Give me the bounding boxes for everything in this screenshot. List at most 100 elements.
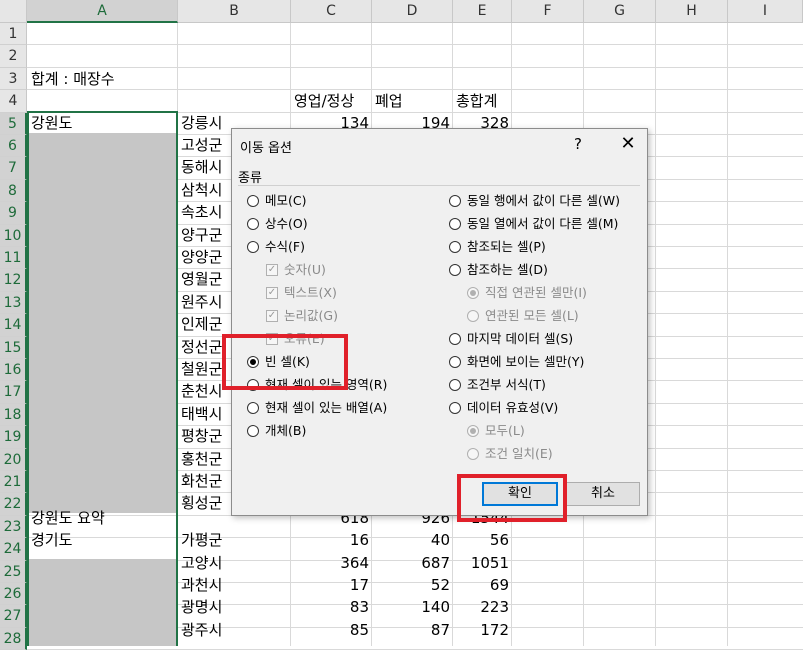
cell-b13[interactable]: 원주시: [181, 291, 222, 313]
cell-b26[interactable]: 과천시: [181, 574, 222, 596]
cell-b21[interactable]: 화천군: [181, 470, 222, 492]
cell-c25[interactable]: 364: [291, 552, 369, 574]
radio-icon[interactable]: [449, 402, 461, 414]
cell-e27[interactable]: 223: [453, 596, 509, 618]
cell-b14[interactable]: 인제군: [181, 313, 222, 335]
column-header-e[interactable]: E: [453, 0, 512, 23]
row-header-24[interactable]: 24: [0, 538, 27, 561]
radio-icon[interactable]: [247, 425, 259, 437]
cell-b8[interactable]: 삼척시: [181, 179, 222, 201]
row-header-3[interactable]: 3: [0, 67, 27, 91]
row-header-12[interactable]: 12: [0, 269, 27, 292]
row-header-8[interactable]: 8: [0, 179, 27, 203]
cell-a23[interactable]: 강원도 요약: [31, 507, 105, 529]
row-header-5[interactable]: 5: [0, 112, 27, 135]
row-header-22[interactable]: 22: [0, 493, 27, 516]
help-icon[interactable]: ?: [574, 135, 582, 153]
row-header-26[interactable]: 26: [0, 583, 27, 606]
cell-b11[interactable]: 양양군: [181, 246, 222, 268]
column-header-i[interactable]: I: [728, 0, 803, 23]
cell-b24[interactable]: 가평군: [181, 529, 222, 551]
radio-icon[interactable]: [247, 356, 259, 368]
radio-icon[interactable]: [467, 287, 479, 299]
cell-e25[interactable]: 1051: [453, 552, 509, 574]
cell-e24[interactable]: 56: [453, 529, 509, 551]
checkbox-icon[interactable]: ✓: [266, 310, 278, 322]
row-header-9[interactable]: 9: [0, 202, 27, 225]
cell-c24[interactable]: 16: [291, 529, 369, 551]
cell-b6[interactable]: 고성군: [181, 134, 222, 156]
column-header-a[interactable]: A: [27, 0, 178, 23]
radio-icon[interactable]: [449, 195, 461, 207]
row-header-11[interactable]: 11: [0, 247, 27, 270]
column-header-f[interactable]: F: [512, 0, 584, 23]
radio-icon[interactable]: [467, 310, 479, 322]
row-header-21[interactable]: 21: [0, 471, 27, 494]
cell-d27[interactable]: 140: [372, 596, 450, 618]
cell-b9[interactable]: 속초시: [181, 201, 222, 223]
radio-icon[interactable]: [449, 356, 461, 368]
column-header-c[interactable]: C: [291, 0, 372, 23]
row-header-1[interactable]: 1: [0, 23, 27, 46]
row-header-18[interactable]: 18: [0, 403, 27, 427]
radio-icon[interactable]: [247, 379, 259, 391]
column-header-h[interactable]: H: [656, 0, 728, 23]
radio-icon[interactable]: [467, 425, 479, 437]
cell-e4[interactable]: 총합계: [456, 90, 497, 112]
radio-icon[interactable]: [247, 218, 259, 230]
cell-b19[interactable]: 평창군: [181, 425, 222, 447]
radio-icon[interactable]: [247, 402, 259, 414]
row-header-7[interactable]: 7: [0, 157, 27, 180]
row-header-27[interactable]: 27: [0, 605, 27, 628]
row-header-6[interactable]: 6: [0, 135, 27, 158]
ok-button[interactable]: 확인: [482, 482, 558, 506]
cell-a24[interactable]: 경기도: [31, 529, 72, 551]
column-header-b[interactable]: B: [178, 0, 291, 23]
cell-b7[interactable]: 동해시: [181, 156, 222, 178]
column-header-g[interactable]: G: [584, 0, 656, 23]
radio-icon[interactable]: [247, 195, 259, 207]
radio-icon[interactable]: [247, 241, 259, 253]
cell-e26[interactable]: 69: [453, 574, 509, 596]
cell-b5[interactable]: 강릉시: [181, 112, 222, 134]
cell-b25[interactable]: 고양시: [181, 552, 222, 574]
cell-c28[interactable]: 85: [291, 619, 369, 641]
radio-icon[interactable]: [449, 241, 461, 253]
row-header-13[interactable]: 13: [0, 291, 27, 315]
cell-d28[interactable]: 87: [372, 619, 450, 641]
row-header-16[interactable]: 16: [0, 359, 27, 382]
row-header-14[interactable]: 14: [0, 314, 27, 337]
close-icon[interactable]: ✕: [618, 133, 638, 154]
cell-b10[interactable]: 양구군: [181, 224, 222, 246]
cell-c26[interactable]: 17: [291, 574, 369, 596]
cell-b22[interactable]: 횡성군: [181, 492, 222, 514]
row-header-10[interactable]: 10: [0, 224, 27, 247]
radio-icon[interactable]: [449, 264, 461, 276]
cell-b15[interactable]: 정선군: [181, 336, 222, 358]
checkbox-icon[interactable]: ✓: [266, 264, 278, 276]
cancel-button[interactable]: 취소: [566, 482, 640, 506]
row-header-2[interactable]: 2: [0, 45, 27, 68]
cell-b28[interactable]: 광주시: [181, 619, 222, 641]
radio-icon[interactable]: [449, 379, 461, 391]
row-header-28[interactable]: 28: [0, 627, 27, 650]
row-header-19[interactable]: 19: [0, 426, 27, 449]
row-header-17[interactable]: 17: [0, 381, 27, 404]
cell-a3[interactable]: 합계 : 매장수: [31, 68, 115, 90]
cell-b12[interactable]: 영월군: [181, 268, 222, 290]
select-all-corner[interactable]: [0, 0, 27, 23]
cell-b17[interactable]: 춘천시: [181, 380, 222, 402]
cell-d25[interactable]: 687: [372, 552, 450, 574]
cell-c27[interactable]: 83: [291, 596, 369, 618]
cell-d4[interactable]: 폐업: [375, 90, 403, 112]
cell-b27[interactable]: 광명시: [181, 596, 222, 618]
cell-e28[interactable]: 172: [453, 619, 509, 641]
cell-b18[interactable]: 태백시: [181, 403, 222, 425]
row-header-4[interactable]: 4: [0, 90, 27, 113]
cell-c4[interactable]: 영업/정상: [294, 90, 354, 112]
row-header-20[interactable]: 20: [0, 448, 27, 471]
row-header-23[interactable]: 23: [0, 515, 27, 539]
radio-icon[interactable]: [449, 218, 461, 230]
cell-b16[interactable]: 철원군: [181, 358, 222, 380]
radio-icon[interactable]: [467, 448, 479, 460]
